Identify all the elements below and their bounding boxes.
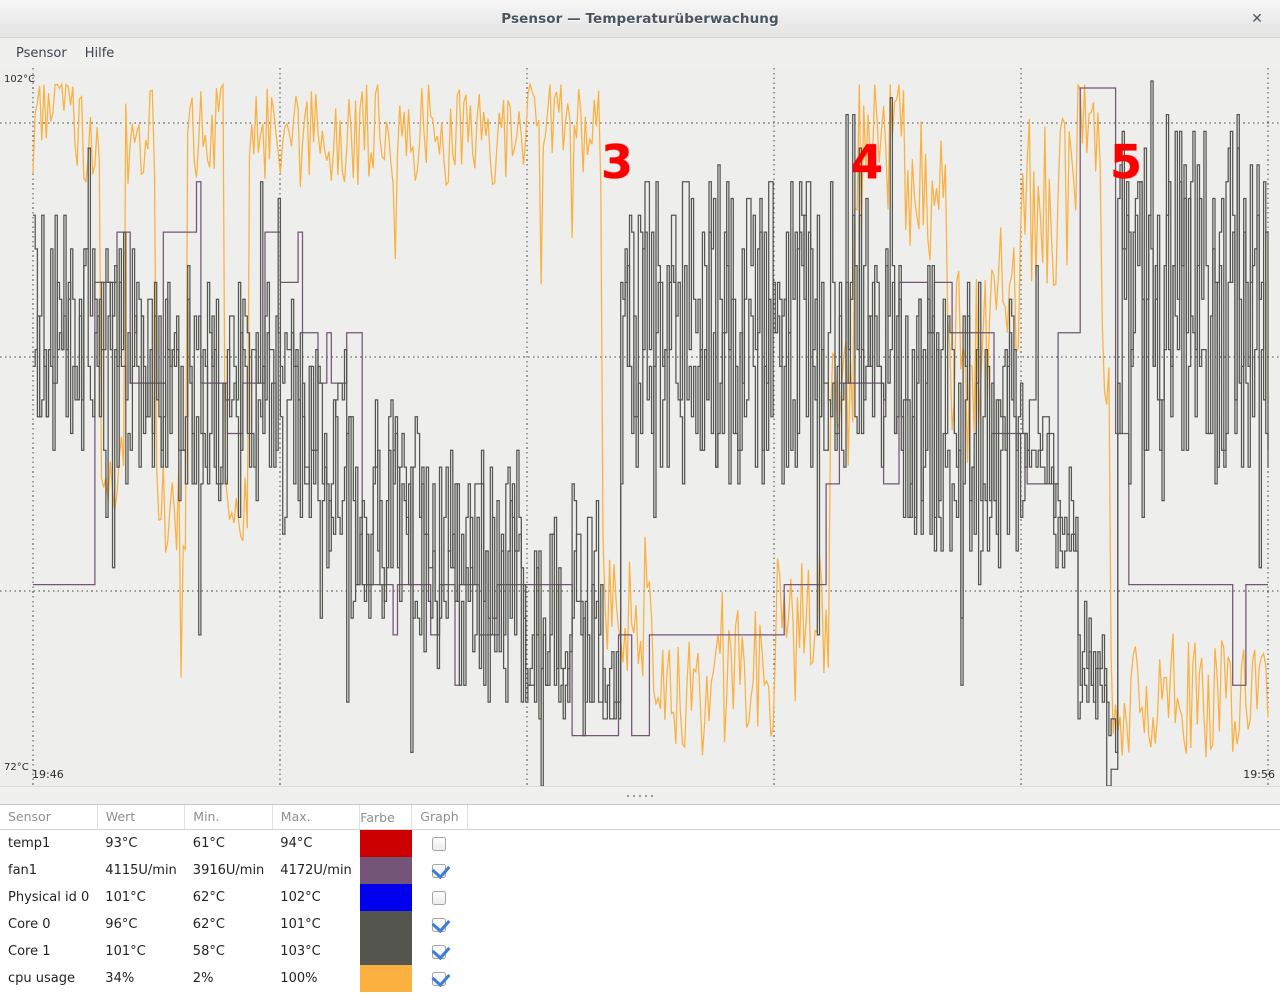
graph-checkbox[interactable] xyxy=(432,890,447,905)
cell-min-value: 62°C xyxy=(192,890,225,905)
sensor-table-body: temp1 93°C 61°C 94°C fan1 4115U/min 3916U/min 4… xyxy=(0,830,1280,992)
graph-canvas xyxy=(0,68,1280,786)
color-swatch[interactable] xyxy=(359,911,412,938)
table-header-row: Sensor Wert Min. Max. Farbe Graph xyxy=(0,805,1280,830)
table-row[interactable]: temp1 93°C 61°C 94°C xyxy=(0,830,1280,858)
color-swatch[interactable] xyxy=(359,965,412,992)
cell-min-value: 62°C xyxy=(192,917,225,932)
annotation-marker-3: 3 xyxy=(601,135,634,189)
table-row[interactable]: cpu usage 34% 2% 100% xyxy=(0,965,1280,992)
cell-spacer xyxy=(467,965,1280,992)
cell-color xyxy=(359,938,412,965)
cell-spacer xyxy=(467,884,1280,911)
annotation-marker-4: 4 xyxy=(851,135,884,189)
cell-graph-toggle xyxy=(412,830,467,858)
splitter-grip-icon xyxy=(627,794,653,797)
cell-spacer xyxy=(467,938,1280,965)
table-row[interactable]: Core 0 96°C 62°C 101°C xyxy=(0,911,1280,938)
cell-current-value: 101°C xyxy=(105,944,146,959)
table-row[interactable]: Core 1 101°C 58°C 103°C xyxy=(0,938,1280,965)
color-swatch[interactable] xyxy=(359,830,412,857)
y-axis-max-label: 102°C xyxy=(4,74,36,85)
column-header-min[interactable]: Min. xyxy=(184,805,273,830)
table-row[interactable]: Physical id 0 101°C 62°C 102°C xyxy=(0,884,1280,911)
cell-graph-toggle xyxy=(412,965,467,992)
cell-min-value: 3916U/min xyxy=(192,863,265,878)
menu-item-hilfe[interactable]: Hilfe xyxy=(76,43,124,64)
menu-bar: Psensor Hilfe xyxy=(0,38,1280,68)
graph-checkbox[interactable] xyxy=(432,863,447,878)
annotation-marker-5: 5 xyxy=(1110,135,1143,189)
column-header-graph[interactable]: Graph xyxy=(411,805,468,830)
cell-max-value: 4172U/min xyxy=(280,863,352,878)
psensor-window: Psensor — Temperaturüberwachung ✕ Psenso… xyxy=(0,0,1280,997)
cell-spacer xyxy=(467,911,1280,938)
cell-color xyxy=(359,857,412,884)
graph-checkbox[interactable] xyxy=(432,917,447,932)
cell-current-value: 34% xyxy=(105,971,135,986)
column-header-farbe[interactable]: Farbe xyxy=(359,805,413,830)
graph-checkbox[interactable] xyxy=(432,944,447,959)
color-swatch[interactable] xyxy=(359,884,412,911)
panel-splitter[interactable] xyxy=(0,786,1280,804)
cell-max-value: 94°C xyxy=(280,836,313,851)
cell-sensor-name: cpu usage xyxy=(8,971,75,986)
cell-graph-toggle xyxy=(412,857,467,884)
cell-min-value: 58°C xyxy=(192,944,225,959)
cell-graph-toggle xyxy=(412,911,467,938)
cell-color xyxy=(359,884,412,911)
time-start-label: 19:46 xyxy=(32,768,64,781)
column-header-max[interactable]: Max. xyxy=(272,805,361,830)
cell-current-value: 96°C xyxy=(105,917,138,932)
sensor-table: Sensor Wert Min. Max. Farbe Graph temp1 9… xyxy=(0,805,1280,992)
cell-sensor-name: temp1 xyxy=(8,836,51,851)
y-axis-min-label: 72°C xyxy=(4,762,29,773)
cell-min-value: 61°C xyxy=(192,836,225,851)
window-title: Psensor — Temperaturüberwachung xyxy=(501,10,779,27)
cell-max-value: 100% xyxy=(280,971,318,986)
graph-checkbox[interactable] xyxy=(432,836,447,851)
cell-spacer xyxy=(467,830,1280,858)
cell-current-value: 4115U/min xyxy=(105,863,177,878)
graph-checkbox[interactable] xyxy=(432,971,447,986)
column-header-spacer xyxy=(467,805,1280,830)
cell-sensor-name: Core 1 xyxy=(8,944,51,959)
cell-max-value: 102°C xyxy=(280,890,321,905)
column-header-sensor[interactable]: Sensor xyxy=(0,805,98,830)
cell-min-value: 2% xyxy=(192,971,214,986)
time-end-label: 19:56 xyxy=(1243,768,1275,781)
cell-sensor-name: fan1 xyxy=(8,863,38,878)
cell-graph-toggle xyxy=(412,884,467,911)
cell-spacer xyxy=(467,857,1280,884)
color-swatch[interactable] xyxy=(359,857,412,884)
color-swatch[interactable] xyxy=(359,938,412,965)
table-row[interactable]: fan1 4115U/min 3916U/min 4172U/min xyxy=(0,857,1280,884)
cell-sensor-name: Core 0 xyxy=(8,917,51,932)
menu-item-psensor[interactable]: Psensor xyxy=(7,43,76,64)
cell-max-value: 101°C xyxy=(280,917,321,932)
cell-color xyxy=(359,965,412,992)
close-icon[interactable]: ✕ xyxy=(1244,6,1270,32)
cell-current-value: 101°C xyxy=(105,890,146,905)
cell-color xyxy=(359,911,412,938)
cell-color xyxy=(359,830,412,857)
title-bar: Psensor — Temperaturüberwachung ✕ xyxy=(0,0,1280,38)
column-header-wert[interactable]: Wert xyxy=(97,805,186,830)
cell-graph-toggle xyxy=(412,938,467,965)
sensor-table-panel: Sensor Wert Min. Max. Farbe Graph temp1 9… xyxy=(0,804,1280,997)
cell-current-value: 93°C xyxy=(105,836,138,851)
cell-max-value: 103°C xyxy=(280,944,321,959)
sensor-graph[interactable]: 102°C 72°C 19:46 19:56 3 4 5 xyxy=(0,68,1280,786)
cell-sensor-name: Physical id 0 xyxy=(8,890,90,905)
